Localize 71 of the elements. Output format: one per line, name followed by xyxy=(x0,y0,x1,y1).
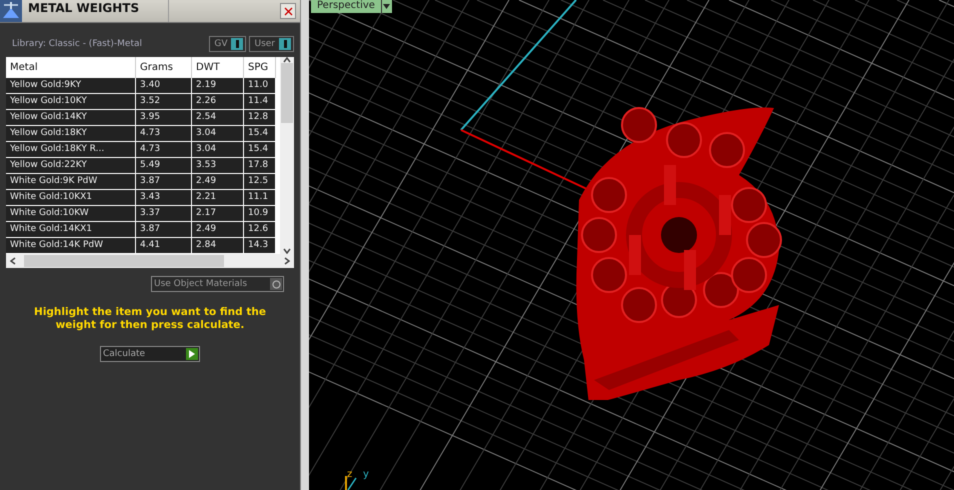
table-cell: White Gold:14KX1 xyxy=(6,222,136,238)
table-cell: Yellow Gold:22KY xyxy=(6,158,136,174)
table-cell: 2.84 xyxy=(192,238,244,254)
table-cell: 4.73 xyxy=(136,142,192,158)
table-cell: 3.87 xyxy=(136,174,192,190)
close-icon xyxy=(284,6,292,16)
horizontal-scrollbar[interactable] xyxy=(6,254,294,268)
view-dropdown-button[interactable] xyxy=(380,0,392,13)
splitter-bar[interactable] xyxy=(300,0,309,490)
circle-icon xyxy=(272,280,280,288)
panel-title: METAL WEIGHTS xyxy=(22,0,169,22)
table-cell: 2.49 xyxy=(192,174,244,190)
table-cell: 3.95 xyxy=(136,110,192,126)
table-cell: 3.37 xyxy=(136,206,192,222)
axis-label: y xyxy=(363,469,369,480)
chevron-right-icon xyxy=(284,257,290,265)
table-cell: 2.19 xyxy=(192,78,244,94)
table-cell: 15.4 xyxy=(244,142,276,158)
caret-down-icon xyxy=(383,4,390,9)
table-cell: White Gold:10KW xyxy=(6,206,136,222)
table-cell: 4.73 xyxy=(136,126,192,142)
table-cell: 3.40 xyxy=(136,78,192,94)
play-icon xyxy=(189,350,195,358)
switch-icon xyxy=(284,40,286,48)
chevron-down-icon xyxy=(283,248,291,254)
table-cell: 3.04 xyxy=(192,142,244,158)
table-cell: 3.87 xyxy=(136,222,192,238)
table-cell: 15.4 xyxy=(244,126,276,142)
table-cell: 2.21 xyxy=(192,190,244,206)
scale-icon xyxy=(0,0,22,22)
table-cell: 12.8 xyxy=(244,110,276,126)
table-cell: 12.6 xyxy=(244,222,276,238)
table-cell: White Gold:9K PdW xyxy=(6,174,136,190)
table-cell: 11.4 xyxy=(244,94,276,110)
view-label: Perspective xyxy=(316,0,376,13)
table-cell: Yellow Gold:9KY xyxy=(6,78,136,94)
switch-icon xyxy=(236,40,239,48)
table-cell: 12.5 xyxy=(244,174,276,190)
library-label: Library: Classic - (Fast)-Metal xyxy=(12,39,144,49)
table-cell: 10.9 xyxy=(244,206,276,222)
axis-origin-icon xyxy=(344,476,358,490)
vertical-scrollbar[interactable] xyxy=(280,57,294,254)
table-cell: Yellow Gold:10KY xyxy=(6,94,136,110)
axis-label: z xyxy=(347,469,352,480)
use-object-materials-toggle[interactable]: Use Object Materials xyxy=(151,276,284,292)
toggle-switch[interactable]: User xyxy=(249,36,294,52)
table-cell: White Gold:14K PdW xyxy=(6,238,136,254)
calculate-button[interactable]: Calculate xyxy=(100,346,200,362)
table-cell: 11.0 xyxy=(244,78,276,94)
table-cell: 5.49 xyxy=(136,158,192,174)
table-cell: White Gold:10KX1 xyxy=(6,190,136,206)
toggle-switch[interactable]: GV xyxy=(209,36,246,52)
table-cell: 2.26 xyxy=(192,94,244,110)
table-cell: 3.04 xyxy=(192,126,244,142)
table-cell: 17.8 xyxy=(244,158,276,174)
table-cell: 3.53 xyxy=(192,158,244,174)
table-cell: 2.54 xyxy=(192,110,244,126)
close-button[interactable] xyxy=(280,3,296,19)
table-cell: 3.52 xyxy=(136,94,192,110)
table-cell: Yellow Gold:18KY R... xyxy=(6,142,136,158)
table-cell: 3.43 xyxy=(136,190,192,206)
table-cell: 2.49 xyxy=(192,222,244,238)
chevron-left-icon xyxy=(10,257,16,265)
table-cell: Yellow Gold:18KY xyxy=(6,126,136,142)
instruction-text: Highlight the item you want to find the weight for then press calculate. xyxy=(33,306,267,332)
table-cell: 2.17 xyxy=(192,206,244,222)
table-cell: 11.1 xyxy=(244,190,276,206)
table-cell: 14.3 xyxy=(244,238,276,254)
chevron-up-icon xyxy=(283,57,291,63)
table-cell: Yellow Gold:14KY xyxy=(6,110,136,126)
table-cell: 4.41 xyxy=(136,238,192,254)
